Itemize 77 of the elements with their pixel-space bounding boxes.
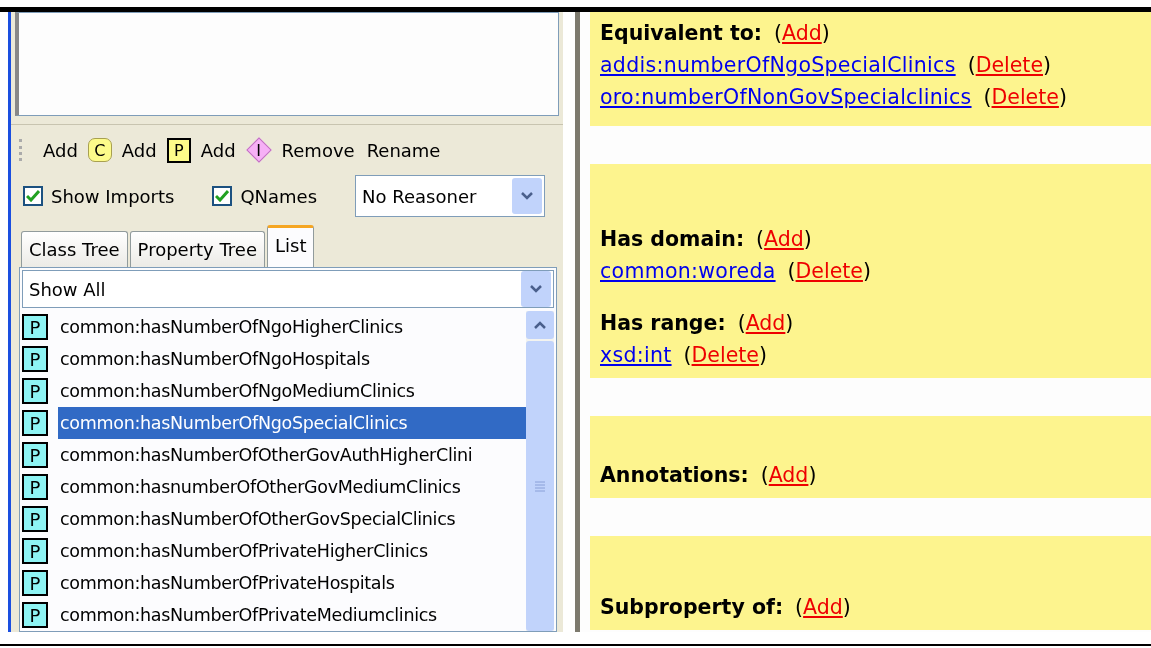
list-item[interactable]: common:hasNumberOfOtherGovSpecialClinics xyxy=(58,503,460,535)
paren-close: ) xyxy=(808,463,817,487)
section-heading: Annotations: xyxy=(600,463,749,487)
paren-open: ( xyxy=(683,343,692,367)
property-icon: P xyxy=(22,442,48,468)
toolbar-button[interactable]: Add xyxy=(41,139,80,161)
entity-link[interactable]: addis:numberOfNgoSpecialClinics xyxy=(600,53,956,77)
checkbox-label: QNames xyxy=(240,185,318,207)
list-item[interactable]: common:hasNumberOfPrivateHigherClinics xyxy=(58,535,432,567)
property-icon: P xyxy=(22,602,48,628)
add-link[interactable]: Add xyxy=(764,227,804,251)
toolbar-button[interactable]: Remove xyxy=(279,139,357,161)
paren-close: ) xyxy=(803,227,812,251)
paren-close: ) xyxy=(1043,53,1051,77)
list-item[interactable]: common:hasNumberOfOtherGovAuthHigherClini xyxy=(58,439,477,471)
property-icon: P xyxy=(22,506,48,532)
paren-close: ) xyxy=(842,595,851,619)
delete-link[interactable]: Delete xyxy=(691,343,759,367)
tab[interactable]: Class Tree xyxy=(21,231,128,267)
add-link[interactable]: Add xyxy=(768,463,809,487)
entity-link[interactable]: oro:numberOfNonGovSpecialclinics xyxy=(600,85,972,109)
paren-open: ( xyxy=(756,227,765,251)
property-icon: P xyxy=(22,378,48,404)
list-item[interactable]: common:hasNumberOfNgoMediumClinics xyxy=(58,375,419,407)
toolbar-button[interactable]: Rename xyxy=(364,139,443,161)
list-item[interactable]: common:hasNumberOfNgoHigherClinics xyxy=(58,311,407,343)
paren-open: ( xyxy=(774,21,783,45)
tab[interactable]: List xyxy=(267,225,315,267)
section-heading: Has domain: xyxy=(600,227,745,251)
entity-link[interactable]: common:woreda xyxy=(600,259,776,283)
filter-dropdown[interactable]: Show All xyxy=(22,270,554,308)
property-icon: P xyxy=(22,474,48,500)
toolbar-button[interactable]: Add xyxy=(198,139,238,161)
paren-close: ) xyxy=(1058,85,1067,109)
add-link[interactable]: Add xyxy=(745,311,786,335)
scroll-up-icon[interactable] xyxy=(532,319,548,331)
add-link[interactable]: Add xyxy=(782,21,822,45)
class-icon[interactable]: C xyxy=(87,138,112,162)
checkbox[interactable] xyxy=(212,186,233,206)
property-icon: P xyxy=(22,410,48,436)
section-heading: Equivalent to: xyxy=(600,21,763,45)
list-item[interactable]: common:hasNumberOfNgoHospitals xyxy=(58,343,374,375)
paren-close: ) xyxy=(821,21,830,45)
property-icon: P xyxy=(22,570,48,596)
paren-open: ( xyxy=(967,53,976,77)
section-heading: Subproperty of: xyxy=(600,595,784,619)
paren-open: ( xyxy=(737,311,746,335)
reasoner-dropdown[interactable]: No Reasoner xyxy=(355,175,546,217)
grip-icon xyxy=(534,480,546,492)
property-icon[interactable]: P xyxy=(166,137,191,163)
list-item[interactable]: common:hasNumberOfPrivateMediumclinics xyxy=(58,599,441,631)
delete-link[interactable]: Delete xyxy=(795,259,863,283)
checkbox[interactable] xyxy=(23,186,43,206)
diamond-icon[interactable]: I xyxy=(245,137,272,163)
list-item[interactable]: common:hasnumberOfOtherGovMediumClinics xyxy=(58,471,465,503)
scrollbar[interactable] xyxy=(526,311,554,631)
delete-link[interactable]: Delete xyxy=(975,53,1043,77)
toolbar-button[interactable]: Add xyxy=(119,139,159,161)
paren-close: ) xyxy=(862,259,871,283)
paren-open: ( xyxy=(787,259,796,283)
paren-close: ) xyxy=(758,343,767,367)
paren-close: ) xyxy=(785,311,794,335)
paren-open: ( xyxy=(760,463,769,487)
list-item[interactable]: common:hasNumberOfPrivateHospitals xyxy=(58,567,399,599)
list-item[interactable]: common:hasNumberOfNgoSpecialClinics xyxy=(58,407,526,439)
paren-open: ( xyxy=(795,595,804,619)
entity-link[interactable]: xsd:int xyxy=(600,343,672,367)
toolbar-grip xyxy=(19,139,25,161)
section-heading: Has range: xyxy=(600,311,726,335)
property-icon: P xyxy=(22,314,48,340)
tab[interactable]: Property Tree xyxy=(129,231,265,267)
property-icon: P xyxy=(22,346,48,372)
add-link[interactable]: Add xyxy=(803,595,843,619)
checkbox-label: Show Imports xyxy=(51,185,175,207)
paren-open: ( xyxy=(983,85,992,109)
property-icon: P xyxy=(22,538,48,564)
delete-link[interactable]: Delete xyxy=(991,85,1059,109)
